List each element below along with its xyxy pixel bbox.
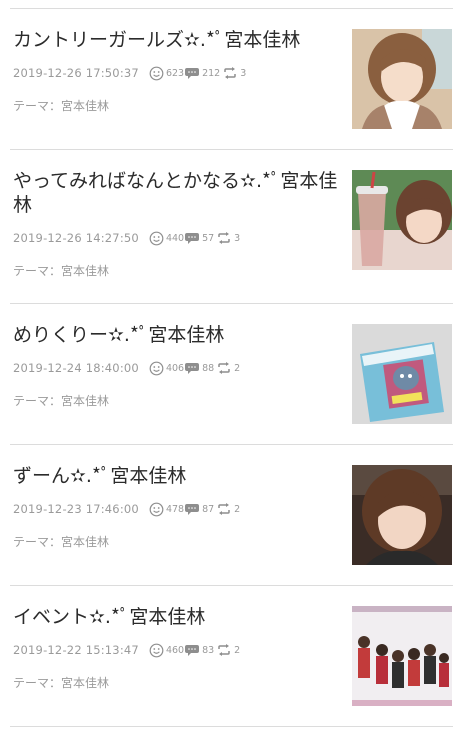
comment-bubble-icon [185, 363, 200, 374]
comment-count[interactable]: 88 [184, 361, 214, 375]
theme-link[interactable]: 宮本佳林 [61, 676, 109, 690]
entry-meta: 2019-12-26 17:50:37 623 212 3 [13, 64, 246, 82]
comment-count[interactable]: 87 [184, 502, 214, 516]
entry-date: 2019-12-23 17:46:00 [13, 502, 139, 516]
theme-link[interactable]: 宮本佳林 [61, 394, 109, 408]
smiley-icon [149, 231, 164, 245]
reblog-count-value: 2 [234, 362, 241, 374]
entry-title[interactable]: カントリーガールズ✫.*ﾟ宮本佳林 [13, 28, 338, 52]
theme-label: テーマ： [13, 394, 62, 408]
comment-bubble-icon [185, 68, 200, 79]
comment-count[interactable]: 57 [184, 231, 214, 245]
entry-meta: 2019-12-23 17:46:00 478 87 2 [13, 500, 240, 518]
blog-entry-list: カントリーガールズ✫.*ﾟ宮本佳林 2019-12-26 17:50:37 62… [0, 0, 471, 737]
reblog-count[interactable]: 3 [216, 231, 240, 245]
entry-title[interactable]: イベント✫.*ﾟ宮本佳林 [13, 605, 338, 629]
smiley-icon [149, 643, 164, 657]
reblog-count[interactable]: 2 [216, 643, 240, 657]
like-count-value: 623 [165, 67, 185, 79]
separator [10, 726, 453, 727]
entry-title[interactable]: ずーん✫.*ﾟ宮本佳林 [13, 464, 338, 488]
comment-count[interactable]: 83 [184, 643, 214, 657]
like-count-value: 460 [165, 644, 185, 656]
comment-bubble-icon [185, 645, 200, 656]
entry-title[interactable]: めりくりー✫.*ﾟ宮本佳林 [13, 323, 338, 347]
smiley-icon [149, 361, 164, 375]
entry-title[interactable]: やってみればなんとかなる✫.*ﾟ宮本佳林 [13, 169, 338, 217]
comment-count-value: 212 [202, 67, 221, 79]
like-count-value: 478 [165, 503, 185, 515]
entry-thumbnail[interactable] [352, 465, 452, 565]
entry-theme: テーマ：宮本佳林 [13, 533, 109, 550]
reblog-count[interactable]: 2 [216, 361, 240, 375]
comment-count-value: 57 [202, 232, 215, 244]
reblog-icon [218, 232, 230, 244]
comment-count-value: 87 [202, 503, 215, 515]
theme-link[interactable]: 宮本佳林 [61, 264, 109, 278]
theme-label: テーマ： [13, 535, 62, 549]
like-count[interactable]: 406 [149, 361, 184, 376]
comment-count-value: 83 [202, 644, 215, 656]
smiley-icon [149, 502, 164, 516]
entry-theme: テーマ：宮本佳林 [13, 392, 109, 409]
entry-meta: 2019-12-22 15:13:47 460 83 2 [13, 641, 240, 659]
reblog-count-value: 3 [234, 232, 241, 244]
comment-bubble-icon [185, 233, 200, 244]
theme-link[interactable]: 宮本佳林 [61, 535, 109, 549]
comment-bubble-icon [185, 504, 200, 515]
like-count[interactable]: 440 [149, 231, 184, 246]
theme-link[interactable]: 宮本佳林 [61, 99, 109, 113]
theme-label: テーマ： [13, 264, 62, 278]
photo-portrait-icon [352, 29, 452, 129]
like-count-value: 440 [165, 232, 185, 244]
reblog-count[interactable]: 2 [216, 502, 240, 516]
entry-date: 2019-12-24 18:40:00 [13, 361, 139, 375]
entry-thumbnail[interactable] [352, 29, 452, 129]
reblog-count-value: 2 [234, 644, 241, 656]
reblog-count-value: 3 [240, 67, 247, 79]
entry-date: 2019-12-26 14:27:50 [13, 231, 139, 245]
theme-label: テーマ： [13, 676, 62, 690]
entry-theme: テーマ：宮本佳林 [13, 97, 109, 114]
entry-date: 2019-12-26 17:50:37 [13, 66, 139, 80]
separator [10, 303, 453, 304]
entry-date: 2019-12-22 15:13:47 [13, 643, 139, 657]
reblog-count[interactable]: 3 [222, 66, 246, 80]
photo-selfie-icon [352, 465, 452, 565]
entry-thumbnail[interactable] [352, 170, 452, 270]
reblog-icon [218, 644, 230, 656]
separator [10, 8, 453, 9]
entry-theme: テーマ：宮本佳林 [13, 674, 109, 691]
photo-snack-package-icon [352, 324, 452, 424]
photo-group-event-icon [352, 606, 452, 706]
entry-theme: テーマ：宮本佳林 [13, 262, 109, 279]
separator [10, 149, 453, 150]
photo-selfie-drink-icon [352, 170, 452, 270]
reblog-icon [218, 503, 230, 515]
comment-count-value: 88 [202, 362, 215, 374]
like-count[interactable]: 460 [149, 643, 184, 658]
separator [10, 585, 453, 586]
reblog-icon [224, 67, 236, 79]
separator [10, 444, 453, 445]
reblog-count-value: 2 [234, 503, 241, 515]
like-count[interactable]: 623 [149, 66, 184, 81]
reblog-icon [218, 362, 230, 374]
like-count[interactable]: 478 [149, 502, 184, 517]
entry-meta: 2019-12-24 18:40:00 406 88 2 [13, 359, 240, 377]
smiley-icon [149, 66, 164, 80]
entry-thumbnail[interactable] [352, 606, 452, 706]
theme-label: テーマ： [13, 99, 62, 113]
like-count-value: 406 [165, 362, 185, 374]
entry-meta: 2019-12-26 14:27:50 440 57 3 [13, 229, 240, 247]
comment-count[interactable]: 212 [184, 66, 220, 80]
entry-thumbnail[interactable] [352, 324, 452, 424]
